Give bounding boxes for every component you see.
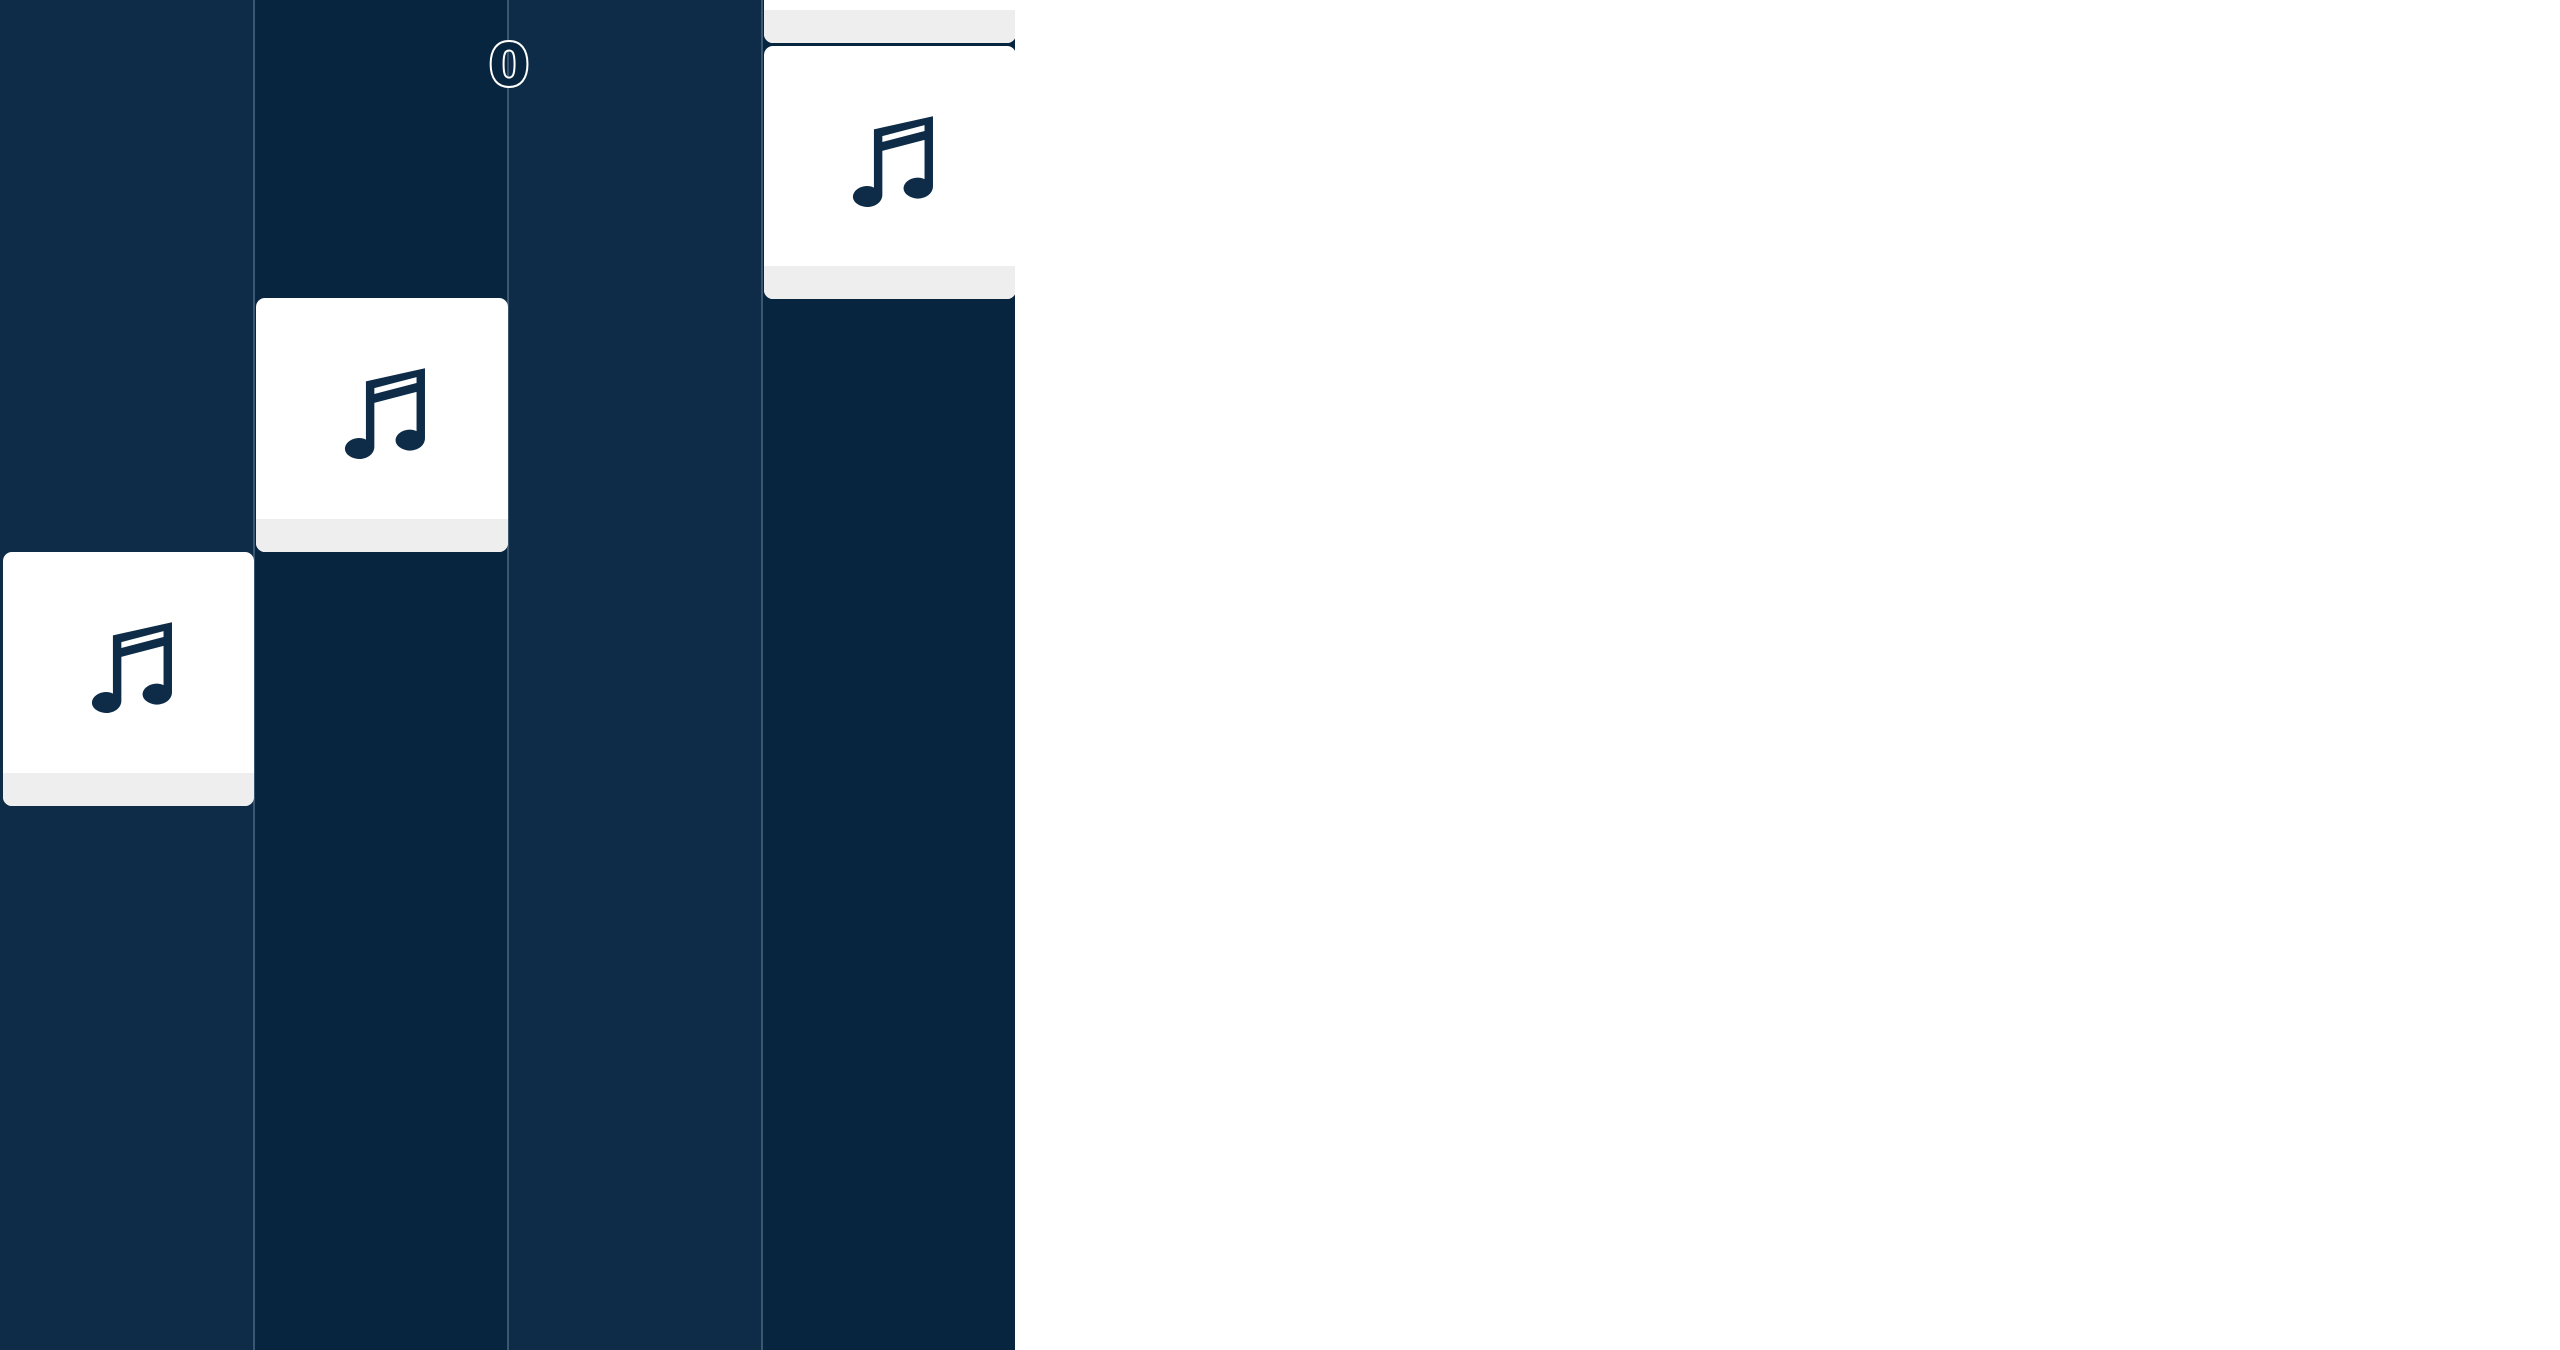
piano-tile-lane-4[interactable] bbox=[764, 46, 1015, 299]
tile-base bbox=[256, 519, 508, 552]
game-board: 0 bbox=[0, 0, 1015, 1350]
lane-divider bbox=[507, 0, 509, 1350]
piano-tile-lane-1[interactable] bbox=[3, 552, 254, 806]
lane-2[interactable] bbox=[253, 0, 507, 1350]
music-note-icon bbox=[852, 115, 933, 207]
tile-base bbox=[764, 266, 1015, 299]
music-note-icon bbox=[344, 368, 425, 460]
lane-divider bbox=[761, 0, 763, 1350]
music-note-icon bbox=[91, 622, 172, 714]
lane-3[interactable] bbox=[507, 0, 761, 1350]
tile-base bbox=[3, 773, 254, 806]
tile-base bbox=[764, 10, 1015, 43]
piano-tile-lane-4-top[interactable] bbox=[764, 0, 1015, 43]
piano-tile-lane-2[interactable] bbox=[256, 298, 508, 552]
score-counter: 0 bbox=[487, 31, 531, 99]
